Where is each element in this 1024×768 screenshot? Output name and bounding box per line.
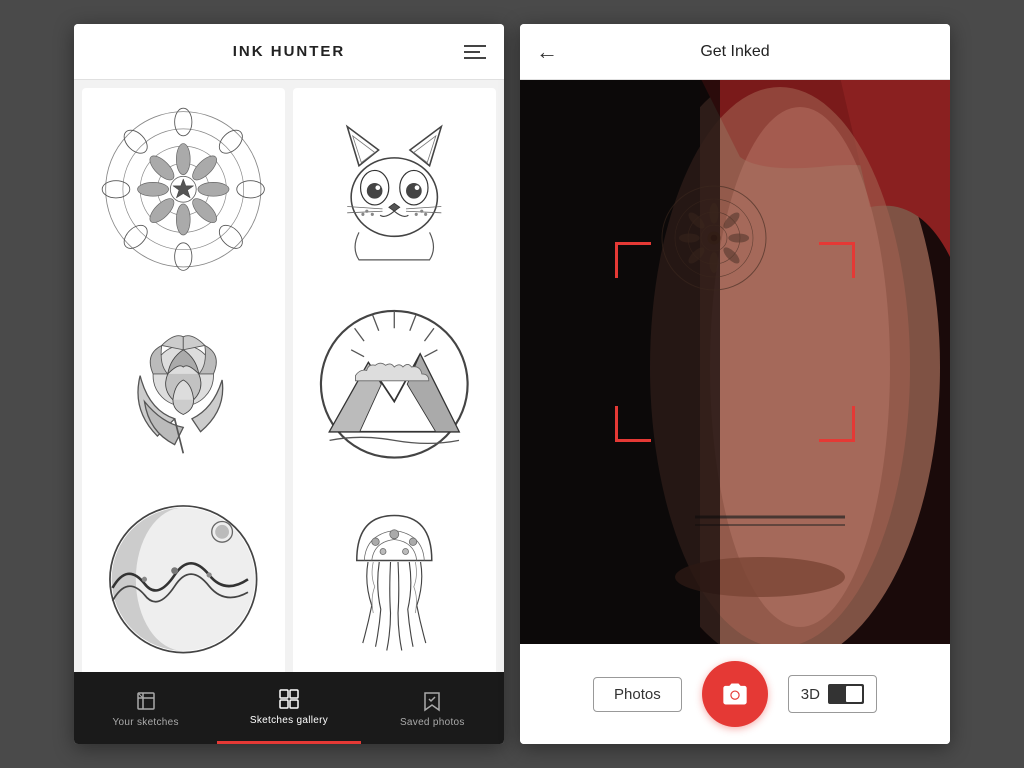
camera-controls: Photos 3D [520,644,950,744]
right-header: ← Get Inked [520,24,950,80]
three-d-toggle[interactable] [828,684,864,704]
screen-container: INK HUNTER [74,24,950,744]
tab-your-sketches[interactable]: Your sketches [74,672,217,744]
scan-bracket [615,242,855,442]
jellyfish-svg [308,493,481,666]
photos-button[interactable]: Photos [593,677,682,712]
gallery-tab-icon [277,687,301,711]
corner-bl [615,406,651,442]
corner-tl [615,242,651,278]
sketch-cell-wave[interactable] [82,477,285,672]
phone-left: INK HUNTER [74,24,504,744]
wave-svg [97,493,270,666]
phone-right: ← Get Inked [520,24,950,744]
mandala-svg [97,103,270,276]
three-d-button[interactable]: 3D [788,675,877,713]
app-title: INK HUNTER [233,43,346,60]
sketch-tab-icon [134,689,158,713]
corner-br [819,406,855,442]
sketch-cell-mountain[interactable] [293,283,496,486]
mountain-svg [308,298,481,471]
sketch-cell-cat[interactable] [293,88,496,291]
rose-svg [97,298,270,471]
back-button[interactable]: ← [536,41,558,63]
sketches-grid [74,80,504,672]
tab-your-sketches-label: Your sketches [112,717,178,728]
right-header-title: Get Inked [700,43,769,61]
camera-view [520,80,950,644]
sketch-cell-mandala[interactable] [82,88,285,291]
tab-sketches-gallery-label: Sketches gallery [250,715,328,726]
hamburger-icon[interactable] [464,45,486,59]
three-d-dot [846,686,862,702]
tab-bar: Your sketches Sketches gallery Saved pho… [74,672,504,744]
cat-svg [308,103,481,276]
sketch-cell-rose[interactable] [82,283,285,486]
tab-sketches-gallery[interactable]: Sketches gallery [217,672,360,744]
three-d-label: 3D [801,686,820,703]
tab-saved-photos-label: Saved photos [400,717,465,728]
left-header: INK HUNTER [74,24,504,80]
saved-tab-icon [420,689,444,713]
corner-tr [819,242,855,278]
capture-button[interactable] [702,661,768,727]
sketch-cell-jellyfish[interactable] [293,477,496,672]
tab-saved-photos[interactable]: Saved photos [361,672,504,744]
camera-icon [721,680,749,708]
